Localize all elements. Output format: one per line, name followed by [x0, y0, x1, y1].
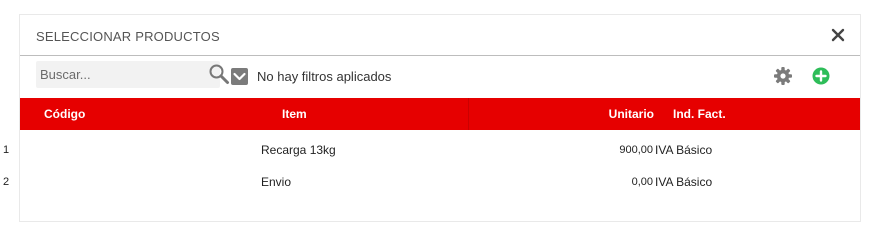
add-circle-icon[interactable]	[812, 67, 830, 85]
row-code: 1	[3, 144, 10, 156]
column-header-item[interactable]: Item	[282, 98, 307, 130]
row-invoice-indicator: IVA Básico	[655, 175, 713, 189]
select-products-dialog: SELECCIONAR PRODUCTOS No hay filtros apl…	[3, 15, 860, 221]
filter-status-text: No hay filtros aplicados	[257, 69, 392, 84]
dialog-title: SELECCIONAR PRODUCTOS	[36, 29, 220, 44]
row-unit-price: 0,00	[631, 176, 653, 188]
search-icon[interactable]	[208, 63, 230, 85]
close-icon[interactable]	[828, 25, 848, 45]
search-box	[36, 61, 229, 88]
column-header-unit-price[interactable]: Unitario	[468, 98, 654, 130]
dialog-header: SELECCIONAR PRODUCTOS	[20, 15, 860, 56]
row-item: Envio	[261, 175, 292, 189]
column-header-invoice-indicator[interactable]: Ind. Fact.	[673, 98, 726, 130]
table-row[interactable]: 1 Recarga 13kg 900,00 IVA Básico	[3, 134, 860, 166]
row-item: Recarga 13kg	[261, 143, 336, 157]
search-input[interactable]	[36, 61, 190, 88]
column-header-code[interactable]: Código	[44, 98, 85, 130]
toolbar: No hay filtros aplicados	[20, 56, 860, 96]
gear-icon[interactable]	[774, 67, 792, 85]
table-row[interactable]: 2 Envio 0,00 IVA Básico	[3, 166, 860, 198]
table-header: Código Item Unitario Ind. Fact.	[20, 98, 860, 130]
row-code: 2	[3, 176, 10, 188]
row-unit-price: 900,00	[619, 144, 653, 156]
row-invoice-indicator: IVA Básico	[655, 143, 713, 157]
filter-checkbox[interactable]	[231, 68, 248, 85]
